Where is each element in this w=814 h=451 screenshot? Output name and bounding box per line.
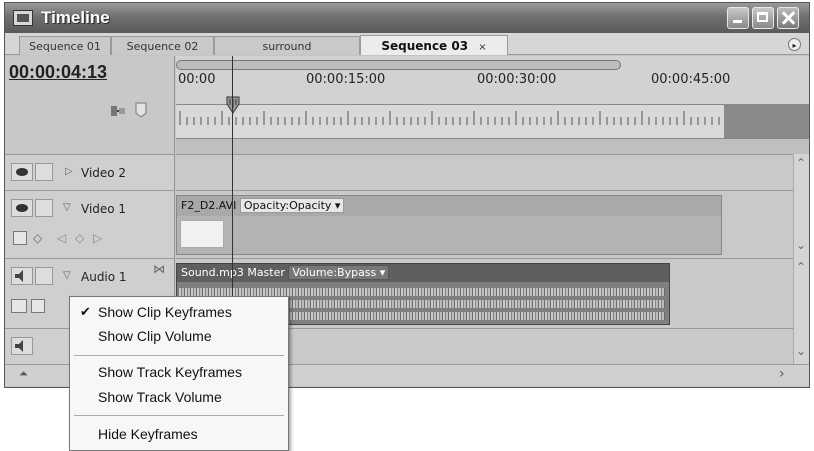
tab-sequence-01[interactable]: Sequence 01 — [19, 36, 111, 55]
minimize-button[interactable] — [727, 7, 749, 29]
track-lock-icon[interactable] — [35, 199, 53, 217]
menu-item-show-clip-keyframes[interactable]: ✔ Show Clip Keyframes — [70, 301, 288, 323]
previous-keyframe-icon[interactable]: ◁ — [57, 231, 66, 245]
track-name: Video 2 — [81, 166, 127, 180]
menu-item-show-track-volume[interactable]: Show Track Volume — [70, 386, 288, 408]
ruler-label: 00:00:45:00 — [651, 72, 731, 87]
menu-item-label: Show Track Volume — [98, 389, 222, 405]
keyframe-context-menu: ✔ Show Clip Keyframes Show Clip Volume S… — [69, 296, 289, 451]
sync-lock-icon[interactable]: ⋈ — [153, 262, 165, 276]
menu-item-label: Show Track Keyframes — [98, 364, 242, 380]
audio-waveform — [179, 288, 665, 296]
close-window-button[interactable] — [777, 7, 799, 29]
ruler-ticks — [176, 104, 809, 138]
clip-property-dropdown[interactable]: Volume:Bypass ▾ — [288, 265, 390, 280]
track-area-video-1[interactable]: F2_D2.AVI Opacity:Opacity ▾ — [176, 190, 793, 258]
menu-item-show-track-keyframes[interactable]: Show Track Keyframes — [70, 361, 288, 383]
track-header-video-1: ▽ Video 1 ◇ ◁ ◇ ▷ — [5, 190, 175, 258]
tab-label: Sequence 03 — [381, 39, 469, 53]
menu-item-hide-keyframes[interactable]: Hide Keyframes — [70, 423, 288, 445]
collapse-triangle-icon[interactable]: ▽ — [63, 202, 71, 213]
time-ruler[interactable]: 00:00 00:00:15:00 00:00:30:00 00:00:45:0… — [176, 56, 809, 154]
audio-tracks-scrollbar[interactable]: ⌃ ⌄ — [793, 258, 809, 364]
maximize-button[interactable] — [752, 7, 774, 29]
track-header-video-2: ▷ Video 2 — [5, 154, 175, 190]
current-timecode[interactable]: 00:00:04:13 — [9, 62, 107, 83]
track-name: Video 1 — [81, 202, 127, 216]
show-keyframes-icon[interactable] — [31, 299, 45, 313]
work-area-end — [724, 104, 809, 138]
tab-label: surround — [262, 40, 312, 53]
tab-sequence-03[interactable]: Sequence 03 × — [360, 35, 508, 55]
tab-close-icon[interactable]: × — [478, 42, 486, 53]
track-lock-icon[interactable] — [35, 267, 53, 285]
snap-icon[interactable] — [110, 104, 126, 118]
scroll-down-icon[interactable]: ⌄ — [796, 344, 806, 358]
expand-triangle-icon[interactable]: ▷ — [65, 166, 73, 177]
playhead-line — [232, 56, 233, 310]
zoom-out-icon[interactable]: ⏶ — [19, 367, 28, 381]
clip-title-bar: Sound.mp3 Master Volume:Bypass ▾ — [177, 264, 669, 282]
tab-sequence-02[interactable]: Sequence 02 — [111, 36, 214, 55]
scroll-up-icon[interactable]: ⌃ — [796, 260, 806, 274]
tab-label: Sequence 02 — [126, 40, 199, 53]
set-display-style-icon[interactable] — [11, 299, 27, 313]
track-name: Audio 1 — [81, 270, 127, 284]
window-title: Timeline — [41, 8, 110, 27]
scroll-right-icon[interactable]: › — [779, 366, 785, 382]
set-marker-icon[interactable] — [135, 102, 147, 118]
menu-item-show-clip-volume[interactable]: Show Clip Volume — [70, 325, 288, 347]
video-tracks-scrollbar[interactable]: ⌃ ⌄ — [793, 154, 809, 258]
track-area-video-2[interactable] — [176, 154, 793, 190]
ruler-label: 00:00:15:00 — [306, 72, 386, 87]
track-lock-icon[interactable] — [35, 163, 53, 181]
title-bar[interactable]: Timeline — [5, 3, 809, 33]
set-display-style-icon[interactable] — [13, 231, 27, 245]
next-keyframe-icon[interactable]: ▷ — [93, 231, 102, 245]
timeline-app-icon — [13, 10, 33, 26]
toggle-track-output-speaker-icon[interactable] — [11, 267, 33, 285]
toggle-output-eye-icon[interactable] — [11, 163, 33, 181]
zoom-scroll-bar[interactable] — [176, 60, 621, 70]
menu-item-label: Show Clip Volume — [98, 328, 212, 344]
timeline-header: 00:00:04:13 — [5, 56, 175, 154]
work-area-bar[interactable] — [176, 138, 809, 154]
sequence-tab-bar: Sequence 01 Sequence 02 surround Sequenc… — [5, 33, 809, 55]
ruler-label: 00:00 — [178, 72, 216, 87]
scroll-down-icon[interactable]: ⌄ — [796, 238, 806, 252]
clip-title-bar: F2_D2.AVI Opacity:Opacity ▾ — [177, 196, 721, 216]
clip-thumbnail — [180, 220, 224, 248]
clip-name: F2_D2.AVI — [181, 199, 237, 212]
collapse-triangle-icon[interactable]: ▽ — [63, 270, 71, 281]
menu-separator — [74, 415, 284, 416]
menu-item-label: Hide Keyframes — [98, 426, 198, 442]
ruler-label: 00:00:30:00 — [477, 72, 557, 87]
menu-item-label: Show Clip Keyframes — [98, 304, 232, 320]
keyframe-icon[interactable]: ◇ — [33, 231, 42, 245]
toggle-output-eye-icon[interactable] — [11, 199, 33, 217]
tab-label: Sequence 01 — [29, 40, 101, 53]
menu-separator — [74, 355, 284, 356]
tab-surround[interactable]: surround — [214, 36, 360, 55]
checkmark-icon: ✔ — [80, 304, 91, 319]
clip-property-dropdown[interactable]: Opacity:Opacity ▾ — [239, 198, 345, 213]
toggle-track-output-speaker-icon[interactable] — [11, 337, 33, 355]
panel-menu-icon[interactable]: ▸ — [788, 38, 801, 51]
playhead-icon[interactable] — [226, 96, 240, 114]
add-keyframe-icon[interactable]: ◇ — [75, 231, 84, 245]
scroll-up-icon[interactable]: ⌃ — [796, 156, 806, 170]
video-clip[interactable]: F2_D2.AVI Opacity:Opacity ▾ — [176, 195, 722, 255]
